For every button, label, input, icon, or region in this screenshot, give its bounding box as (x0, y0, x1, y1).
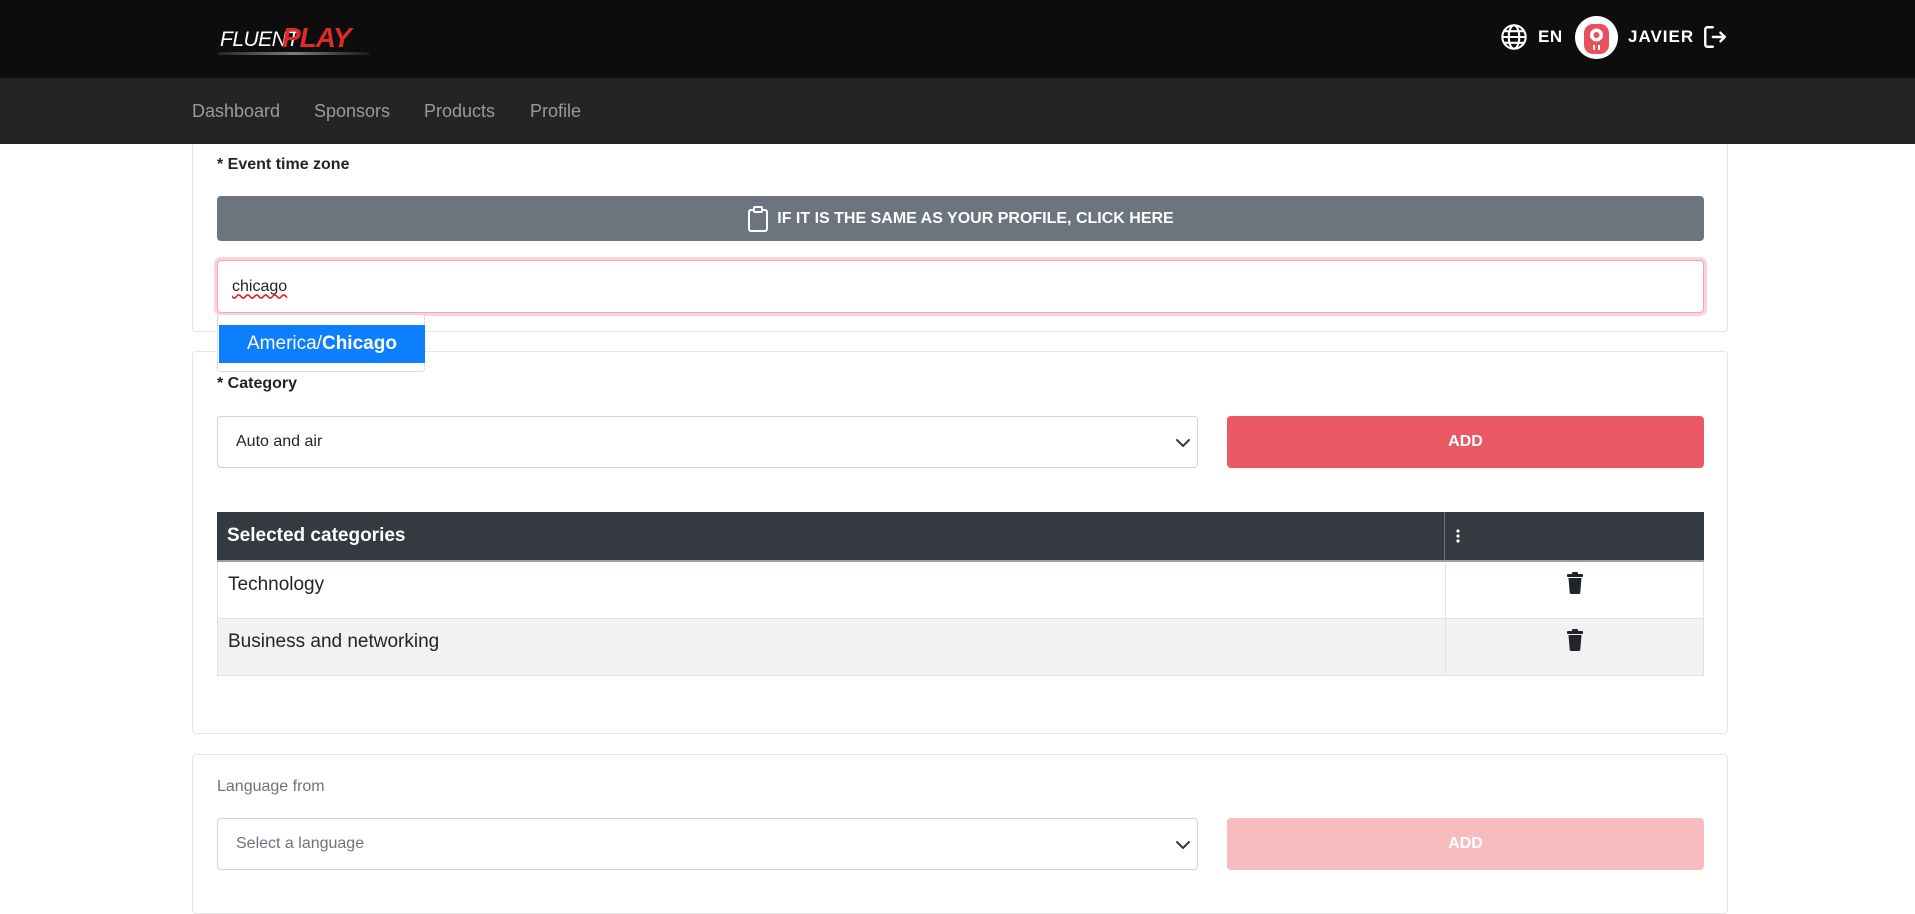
autocomplete-option-match: Chicago (321, 333, 397, 354)
nav-item-profile[interactable]: Profile (530, 101, 581, 122)
category-select[interactable]: Auto and air (217, 416, 1198, 468)
nav-bar (0, 78, 1915, 144)
timezone-autocomplete: America/Chicago (217, 314, 425, 372)
delete-cell (1446, 562, 1703, 618)
table-row: Technology (217, 562, 1704, 619)
timezone-input[interactable]: chicago (217, 260, 1704, 313)
trash-icon[interactable] (1566, 629, 1583, 651)
table-row: Business and networking (217, 619, 1704, 676)
nav-item-sponsors[interactable]: Sponsors (314, 101, 390, 122)
language-select[interactable]: Select a language (217, 818, 1198, 870)
logout-icon[interactable] (1702, 24, 1728, 50)
nav-item-products[interactable]: Products (424, 101, 495, 122)
language-from-label: Language from (217, 778, 325, 795)
autocomplete-option-prefix: America/ (247, 333, 322, 354)
fluentplay-logo[interactable]: FLUENT PLAY (218, 22, 373, 56)
category-name: Business and networking (218, 619, 1446, 675)
same-as-profile-button[interactable]: IF IT IS THE SAME AS YOUR PROFILE, CLICK… (217, 196, 1704, 241)
trash-icon[interactable] (1566, 572, 1583, 594)
category-select-value: Auto and air (236, 433, 323, 450)
add-language-label: ADD (1448, 835, 1483, 852)
language-selector[interactable]: EN (1538, 27, 1563, 47)
add-category-button[interactable]: ADD (1227, 416, 1704, 468)
add-language-button[interactable]: ADD (1227, 818, 1704, 870)
timezone-label: * Event time zone (217, 156, 350, 173)
avatar-icon (1575, 16, 1618, 59)
nav-item-dashboard[interactable]: Dashboard (192, 101, 280, 122)
language-select-placeholder: Select a language (236, 835, 365, 852)
logo-text-play: PLAY (282, 22, 352, 53)
category-name: Technology (218, 562, 1446, 618)
category-label: * Category (217, 375, 298, 392)
clipboard-icon (748, 205, 769, 232)
same-as-profile-label: IF IT IS THE SAME AS YOUR PROFILE, CLICK… (777, 209, 1174, 227)
delete-cell (1446, 619, 1703, 675)
logo-underline (218, 52, 370, 55)
add-category-label: ADD (1448, 433, 1483, 450)
user-name[interactable]: JAVIER (1628, 27, 1694, 47)
kebab-menu-icon (1456, 529, 1460, 543)
autocomplete-option[interactable]: America/Chicago (219, 325, 425, 363)
timezone-input-value: chicago (232, 277, 288, 295)
globe-icon[interactable] (1500, 23, 1528, 51)
selected-categories-table: Selected categories Technology Business … (217, 512, 1704, 676)
table-header-actions[interactable] (1445, 512, 1704, 560)
avatar[interactable] (1575, 16, 1618, 59)
table-header: Selected categories (217, 512, 1704, 562)
table-header-title: Selected categories (217, 512, 1445, 560)
chevron-down-icon (1176, 439, 1190, 447)
chevron-down-icon (1176, 841, 1190, 849)
